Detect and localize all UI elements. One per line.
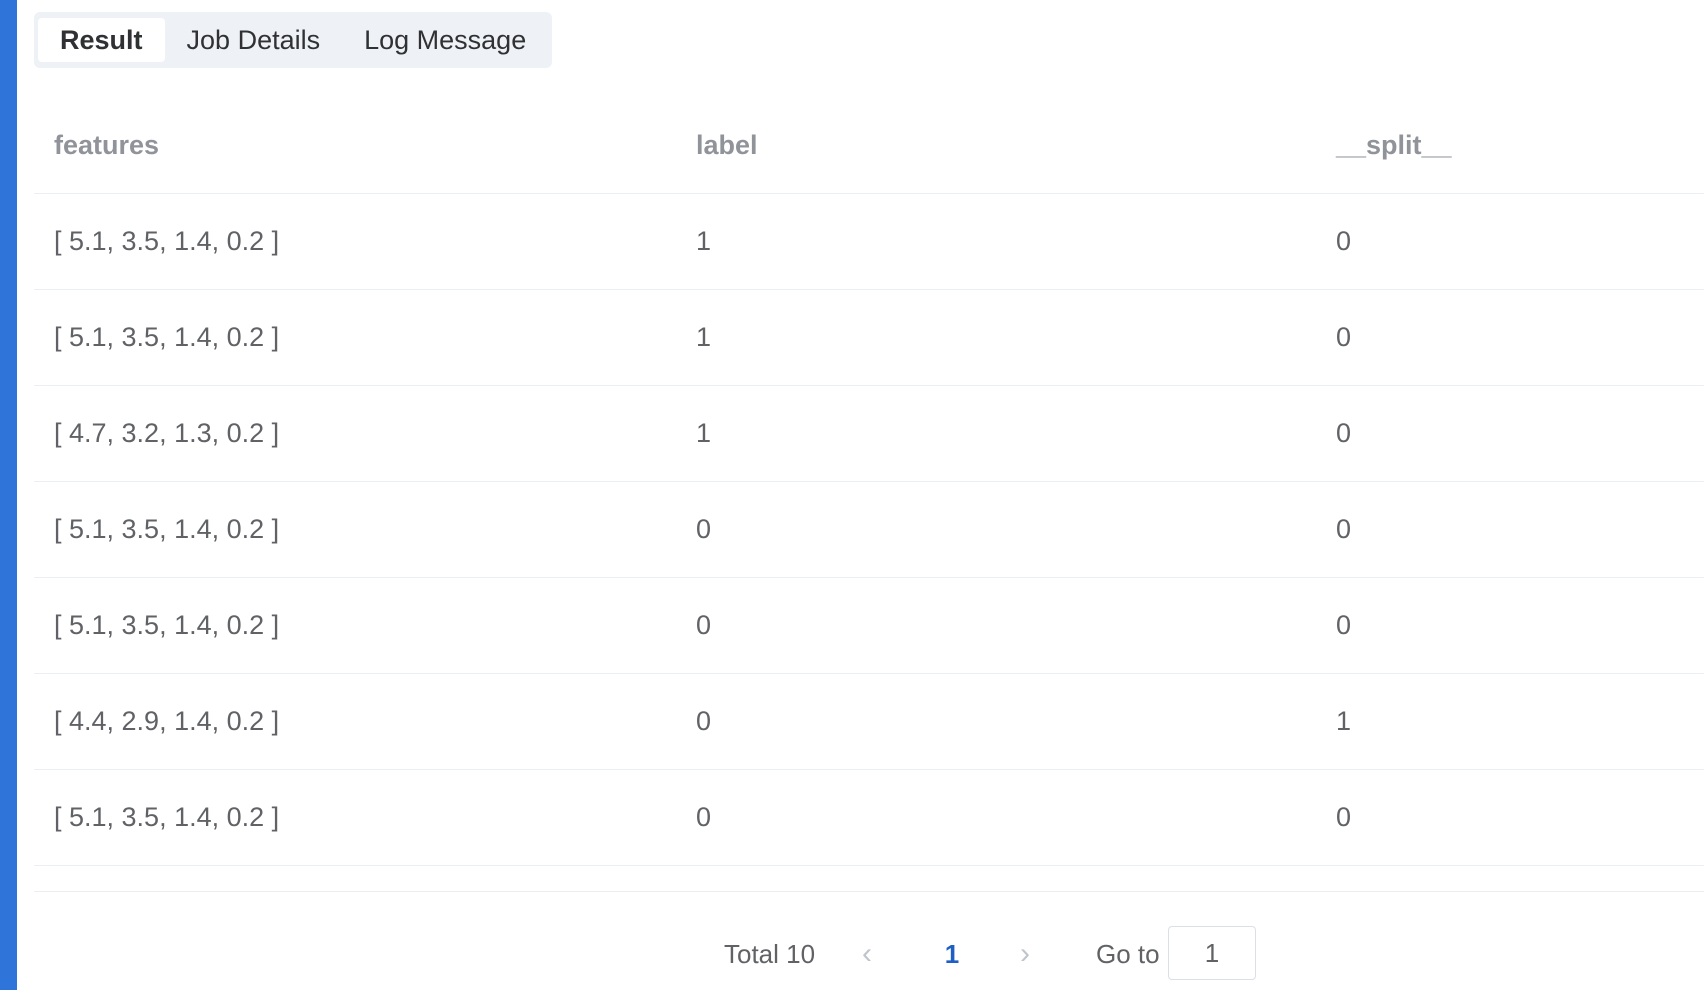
- cell-features: [ 4.7, 3.2, 1.3, 0.2 ]: [54, 418, 280, 448]
- cell-split: 0: [1336, 802, 1352, 832]
- pagination-total: Total 10: [724, 939, 816, 969]
- cell-label: 1: [696, 418, 712, 448]
- tab-result[interactable]: Result: [38, 18, 165, 62]
- cell-features: [ 4.4, 2.9, 1.4, 0.2 ]: [54, 706, 280, 736]
- cell-features: [ 5.1, 3.5, 1.4, 0.2 ]: [54, 802, 280, 832]
- cell-features: [ 5.1, 3.5, 1.4, 0.2 ]: [54, 226, 280, 256]
- cell-split: 0: [1336, 226, 1352, 256]
- result-table: features label __split__ [ 5.1, 3.5, 1.4…: [34, 98, 1704, 866]
- cell-split: 0: [1336, 322, 1352, 352]
- cell-label: 0: [696, 610, 712, 640]
- table-row: [ 4.7, 3.2, 1.3, 0.2 ] 1 0: [34, 386, 1704, 482]
- cell-label: 0: [696, 514, 712, 544]
- goto-page-input[interactable]: [1168, 926, 1256, 980]
- pagination-page-1[interactable]: 1: [932, 926, 972, 982]
- pagination: Total 10 ‹ 1 › Go to: [34, 926, 1704, 982]
- cell-label: 1: [696, 226, 712, 256]
- left-accent-bar: [0, 0, 17, 990]
- table-row: [ 5.1, 3.5, 1.4, 0.2 ] 0 0: [34, 770, 1704, 866]
- cell-split: 0: [1336, 418, 1352, 448]
- cell-features: [ 5.1, 3.5, 1.4, 0.2 ]: [54, 610, 280, 640]
- tab-log-message[interactable]: Log Message: [342, 18, 548, 62]
- tab-bar: Result Job Details Log Message: [34, 12, 553, 68]
- cell-label: 0: [696, 706, 712, 736]
- pagination-goto-label: Go to: [1096, 939, 1160, 969]
- cell-label: 0: [696, 802, 712, 832]
- column-header-features[interactable]: features: [54, 98, 159, 193]
- cell-label: 1: [696, 322, 712, 352]
- cell-split: 0: [1336, 610, 1352, 640]
- cell-split: 1: [1336, 706, 1352, 736]
- table-row: [ 5.1, 3.5, 1.4, 0.2 ] 0 0: [34, 578, 1704, 674]
- main-content: Result Job Details Log Message features …: [34, 0, 1704, 990]
- cell-features: [ 5.1, 3.5, 1.4, 0.2 ]: [54, 514, 280, 544]
- table-row: [ 5.1, 3.5, 1.4, 0.2 ] 0 0: [34, 482, 1704, 578]
- chevron-right-icon[interactable]: ›: [1010, 926, 1040, 982]
- table-bottom-divider: [34, 891, 1704, 892]
- table-row: [ 4.4, 2.9, 1.4, 0.2 ] 0 1: [34, 674, 1704, 770]
- table-row: [ 5.1, 3.5, 1.4, 0.2 ] 1 0: [34, 194, 1704, 290]
- column-header-split[interactable]: __split__: [1336, 98, 1452, 193]
- table-row: [ 5.1, 3.5, 1.4, 0.2 ] 1 0: [34, 290, 1704, 386]
- cell-features: [ 5.1, 3.5, 1.4, 0.2 ]: [54, 322, 280, 352]
- column-header-label[interactable]: label: [696, 98, 758, 193]
- tab-job-details[interactable]: Job Details: [165, 18, 343, 62]
- table-header-row: features label __split__: [34, 98, 1704, 194]
- page-root: Result Job Details Log Message features …: [0, 0, 1704, 990]
- chevron-left-icon[interactable]: ‹: [852, 926, 882, 982]
- cell-split: 0: [1336, 514, 1352, 544]
